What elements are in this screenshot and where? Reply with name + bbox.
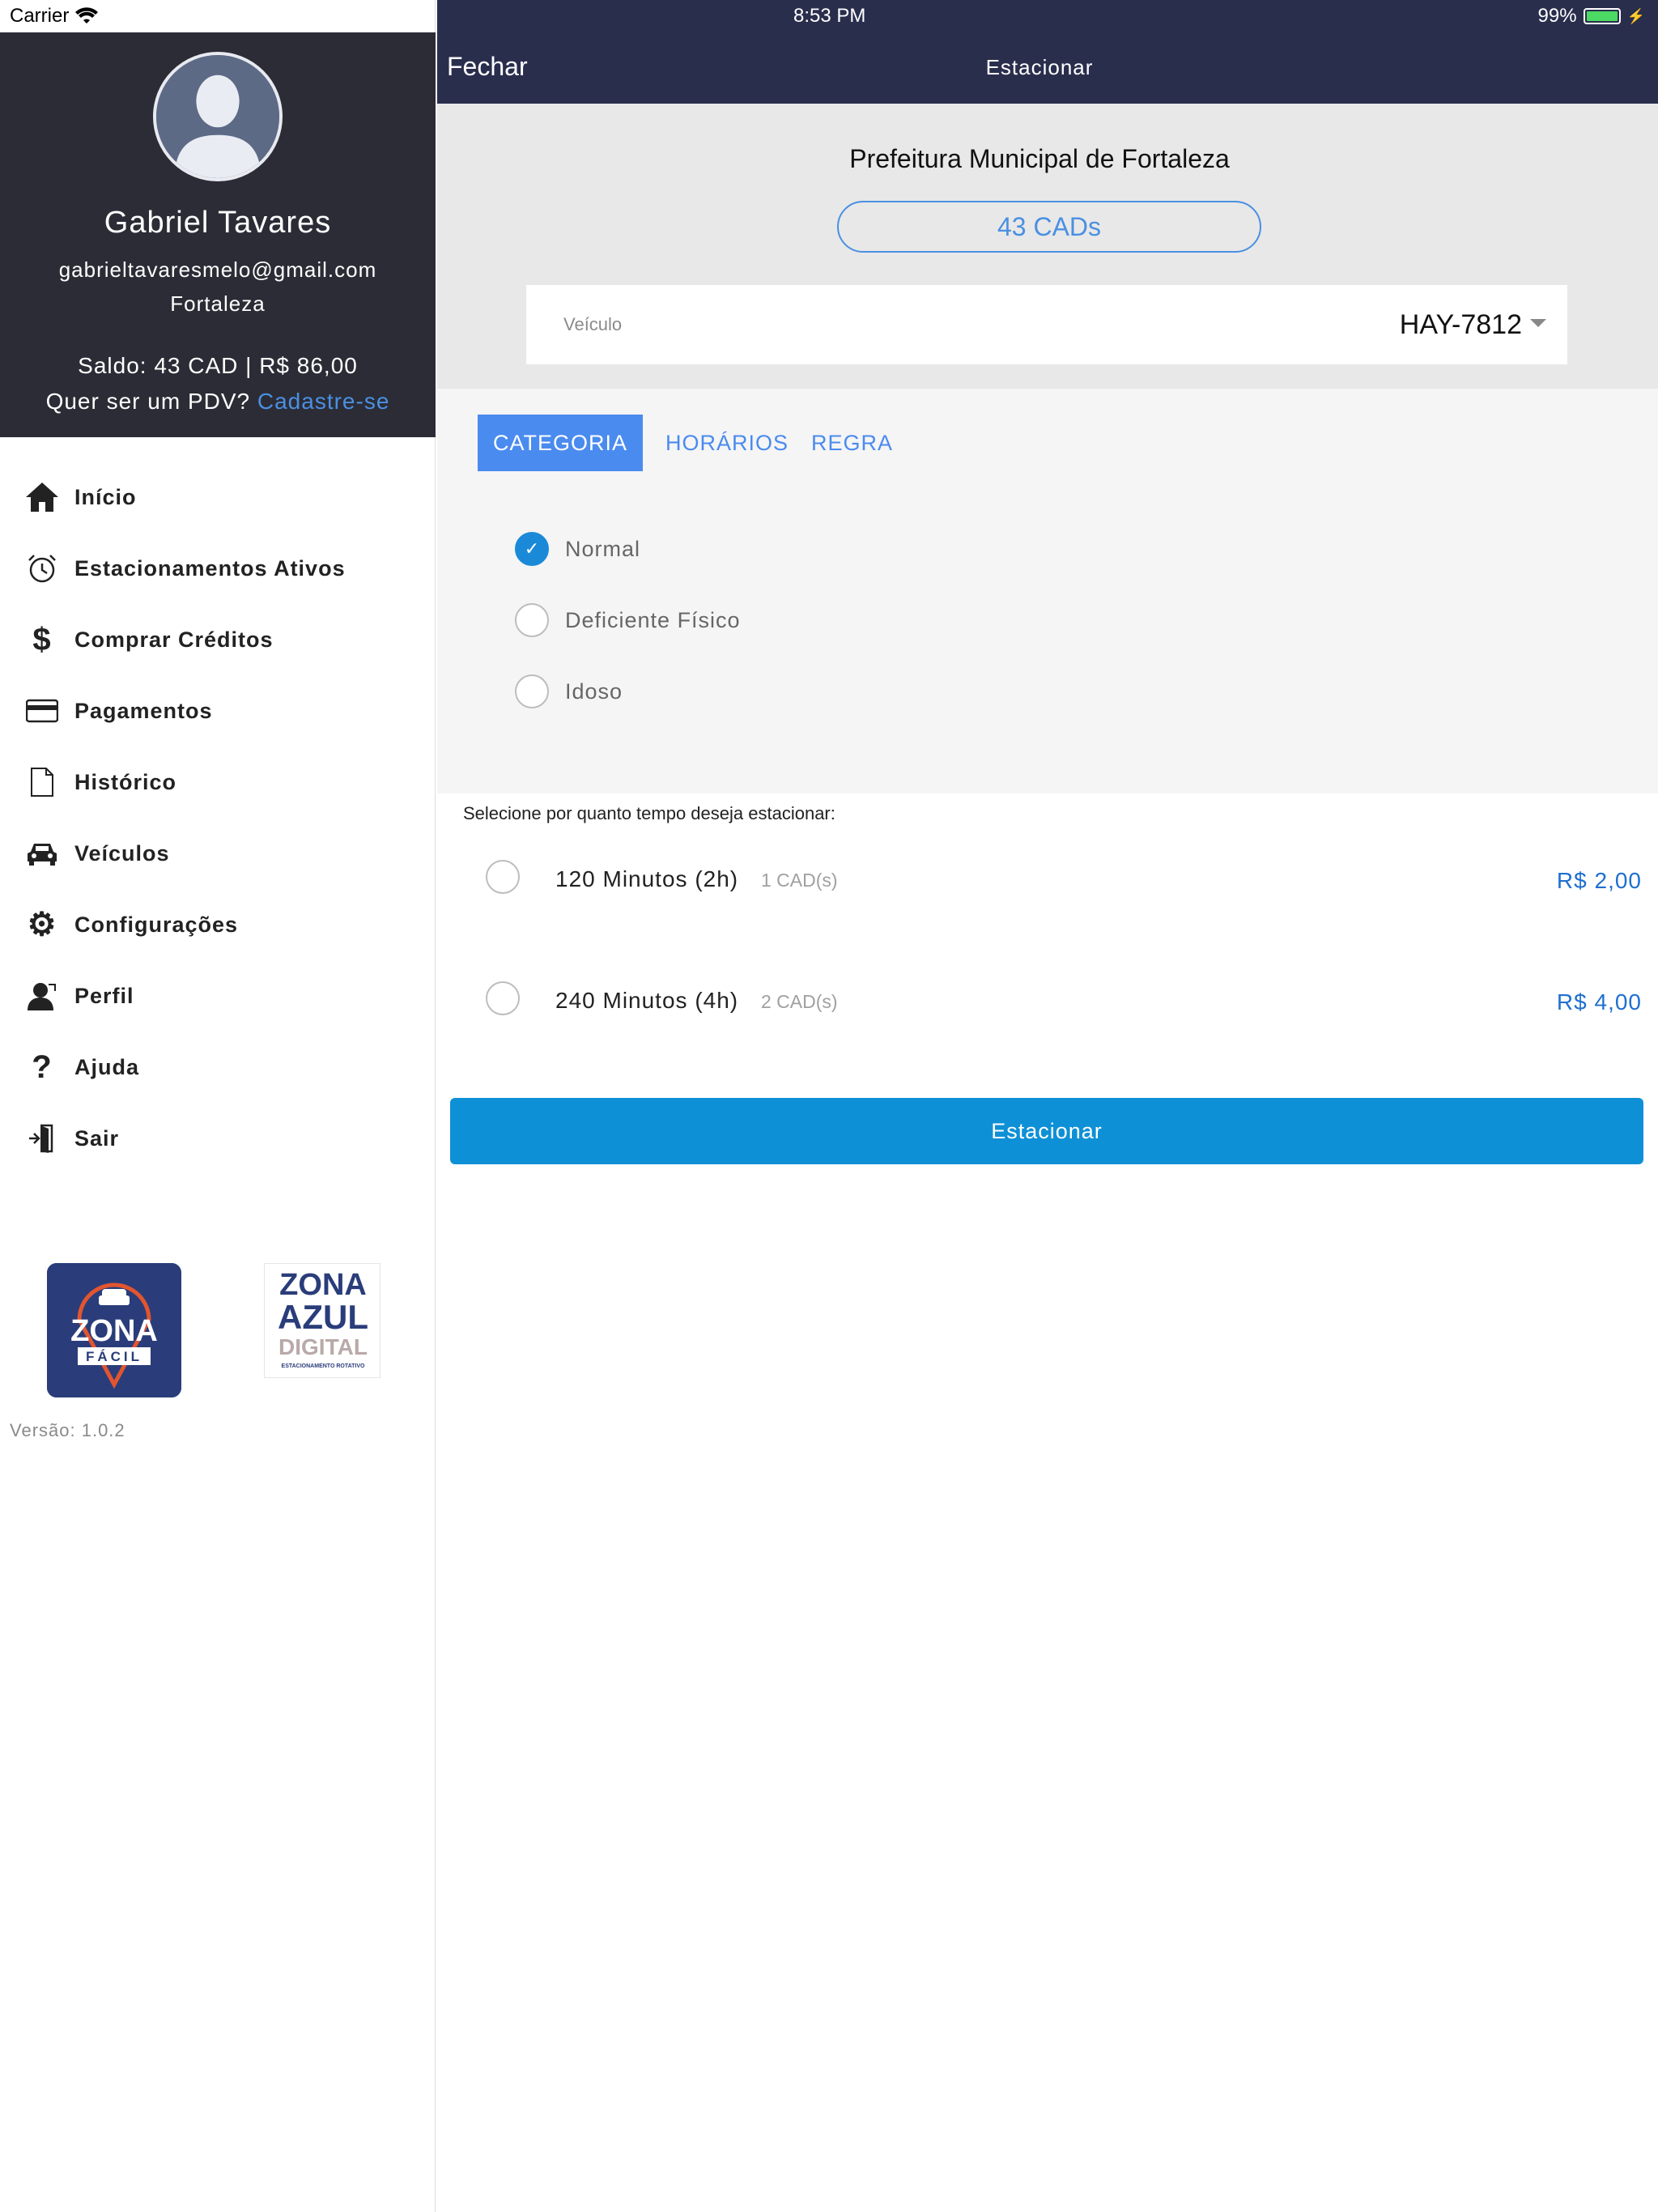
user-name: Gabriel Tavares — [104, 206, 332, 240]
radio-button[interactable] — [486, 860, 520, 894]
category-option-idoso[interactable]: Idoso — [515, 674, 623, 709]
cads-balance-badge: 43 CADs — [837, 201, 1261, 253]
vehicle-select[interactable]: Veículo HAY-7812 — [526, 285, 1567, 364]
sidebar-item-veiculos[interactable]: Veículos — [0, 818, 436, 889]
vehicle-value: HAY-7812 — [1399, 309, 1522, 340]
sidebar-item-label: Sair — [74, 1125, 120, 1151]
exit-icon — [23, 1119, 62, 1158]
radio-button[interactable] — [515, 674, 549, 708]
zona-facil-line1: ZONA — [70, 1314, 158, 1348]
sidebar-item-label: Pagamentos — [74, 698, 213, 723]
sidebar-item-label: Veículos — [74, 840, 170, 866]
duration-price: R$ 4,00 — [1556, 989, 1642, 1015]
signup-link[interactable]: Cadastre-se — [257, 389, 390, 414]
zona-azul-line4: ESTACIONAMENTO ROTATIVO — [282, 1363, 365, 1369]
sidebar-item-label: Comprar Créditos — [74, 627, 274, 652]
user-city: Fortaleza — [170, 291, 266, 316]
category-panel: CATEGORIA HORÁRIOS REGRA ✓ Normal Defici… — [437, 389, 1658, 793]
profile-header: Gabriel Tavares gabrieltavaresmelo@gmail… — [0, 32, 436, 437]
status-bar: Carrier 8:53 PM 99% ⚡ — [0, 0, 1658, 32]
gear-icon: ⚙ — [27, 907, 57, 942]
municipality-name: Prefeitura Municipal de Fortaleza — [849, 144, 1230, 173]
category-label: Idoso — [565, 678, 623, 704]
battery-icon — [1583, 8, 1621, 24]
document-icon — [23, 763, 62, 802]
pdv-prompt: Quer ser um PDV? Cadastre-se — [0, 389, 436, 415]
duration-option-120[interactable]: 120 Minutos (2h) 1 CAD(s) R$ 2,00 — [437, 845, 1658, 910]
avatar[interactable] — [153, 52, 283, 181]
sidebar-item-sair[interactable]: Sair — [0, 1103, 436, 1174]
user-email: gabrieltavaresmelo@gmail.com — [58, 257, 377, 282]
duration-cads: 2 CAD(s) — [761, 991, 838, 1012]
page-title: Estacionar — [985, 55, 1094, 79]
sidebar-item-comprar-creditos[interactable]: $ Comprar Créditos — [0, 604, 436, 675]
zona-azul-digital-logo: ZONA AZUL DIGITAL ESTACIONAMENTO ROTATIV… — [264, 1263, 380, 1378]
checkmark-icon[interactable]: ✓ — [515, 532, 549, 566]
zona-facil-logo: ZONA FÁCIL — [47, 1263, 181, 1397]
sidebar-item-label: Configurações — [74, 912, 239, 937]
zona-azul-line1: ZONA — [279, 1268, 367, 1302]
tab-categoria[interactable]: CATEGORIA — [478, 415, 643, 471]
category-label: Normal — [565, 536, 641, 561]
zona-azul-line3: DIGITAL — [278, 1334, 368, 1359]
time-hint: Selecione por quanto tempo deseja estaci… — [463, 803, 835, 823]
sidebar-item-configuracoes[interactable]: ⚙ Configurações — [0, 889, 436, 960]
header-panel: Prefeitura Municipal de Fortaleza 43 CAD… — [437, 104, 1658, 389]
sidebar-item-label: Ajuda — [74, 1054, 140, 1079]
carrier-indicator: Carrier — [10, 5, 99, 28]
tab-regra[interactable]: REGRA — [811, 415, 893, 471]
credit-card-icon — [23, 691, 62, 730]
battery-percent: 99% — [1537, 5, 1577, 27]
category-option-normal[interactable]: ✓ Normal — [515, 531, 640, 567]
tab-horarios[interactable]: HORÁRIOS — [665, 415, 789, 471]
vehicle-label: Veículo — [563, 314, 623, 334]
dollar-icon: $ — [32, 621, 52, 657]
sidebar-item-ajuda[interactable]: ? Ajuda — [0, 1032, 436, 1103]
radio-button[interactable] — [486, 981, 520, 1015]
duration-option-240[interactable]: 240 Minutos (4h) 2 CAD(s) R$ 4,00 — [437, 967, 1658, 1032]
radio-button[interactable] — [515, 603, 549, 637]
duration-price: R$ 2,00 — [1556, 868, 1642, 893]
alarm-clock-icon — [23, 549, 62, 588]
sidebar-item-estacionamentos[interactable]: Estacionamentos Ativos — [0, 533, 436, 604]
duration-cads: 1 CAD(s) — [761, 870, 838, 891]
sidebar-item-label: Início — [74, 484, 137, 509]
clock: 8:53 PM — [793, 5, 866, 27]
category-option-deficiente[interactable]: Deficiente Físico — [515, 602, 741, 638]
caret-down-icon — [1530, 319, 1546, 327]
sidebar-item-label: Perfil — [74, 983, 134, 1008]
carrier-label: Carrier — [10, 5, 70, 27]
sidebar-menu: Início Estacionamentos Ativos $ Comprar … — [0, 462, 436, 1174]
sidebar: Gabriel Tavares gabrieltavaresmelo@gmail… — [0, 0, 436, 2212]
app-version: Versão: 1.0.2 — [10, 1420, 125, 1440]
sidebar-item-label: Estacionamentos Ativos — [74, 555, 346, 581]
sidebar-item-label: Histórico — [74, 769, 177, 794]
duration-label: 240 Minutos (4h) — [555, 988, 739, 1013]
home-icon — [23, 478, 62, 517]
battery-indicator: 99% ⚡ — [1538, 5, 1645, 28]
park-screen: Fechar Estacionar Prefeitura Municipal d… — [437, 0, 1658, 2212]
sidebar-item-pagamentos[interactable]: Pagamentos — [0, 675, 436, 747]
question-icon: ? — [32, 1049, 53, 1085]
charging-icon: ⚡ — [1626, 7, 1645, 24]
sidebar-item-perfil[interactable]: Perfil — [0, 960, 436, 1032]
sidebar-item-inicio[interactable]: Início — [0, 462, 436, 533]
user-silhouette-icon — [156, 55, 279, 178]
car-icon — [23, 834, 62, 873]
park-button[interactable]: Estacionar — [450, 1098, 1643, 1164]
category-label: Deficiente Físico — [565, 607, 741, 632]
wifi-icon — [75, 7, 99, 23]
pdv-question: Quer ser um PDV? — [45, 389, 251, 414]
zona-azul-line2: AZUL — [278, 1298, 368, 1336]
balance-text: Saldo: 43 CAD | R$ 86,00 — [78, 353, 358, 378]
user-icon — [23, 976, 62, 1015]
duration-label: 120 Minutos (2h) — [555, 866, 739, 891]
zona-facil-line2: FÁCIL — [86, 1349, 142, 1364]
sidebar-item-historico[interactable]: Histórico — [0, 747, 436, 818]
